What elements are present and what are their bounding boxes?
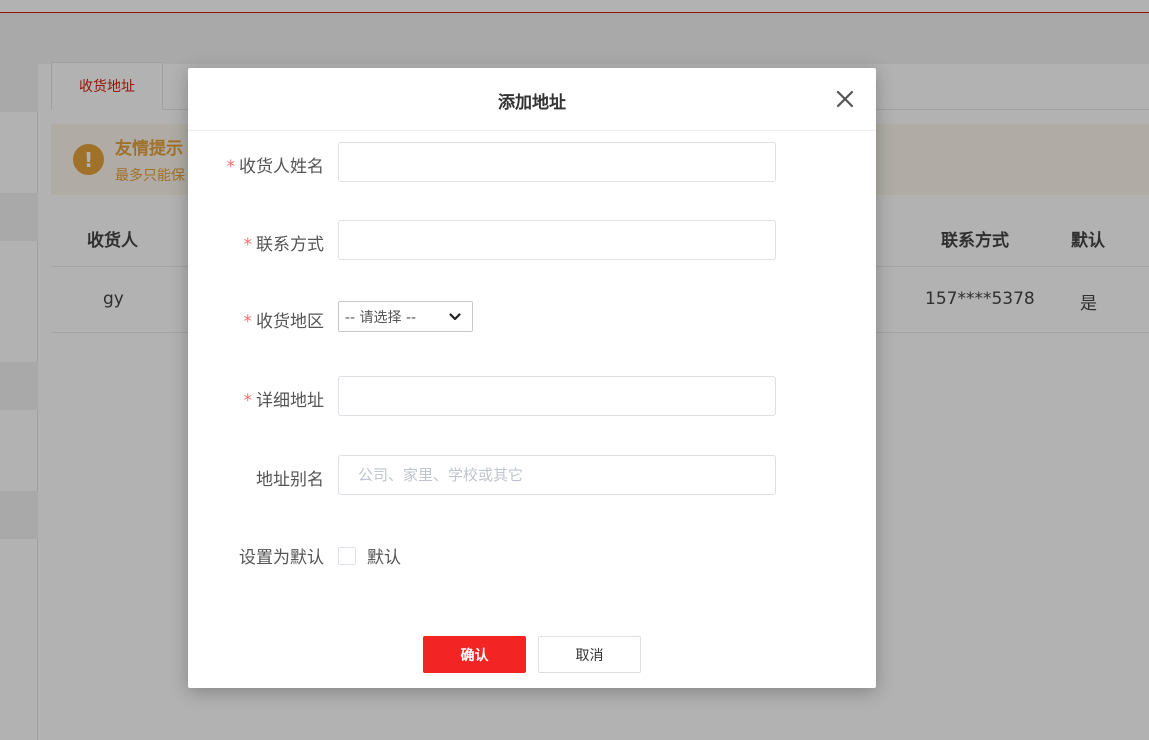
form-row-name: * 收货人姓名	[188, 142, 876, 182]
phone-label-text: 联系方式	[256, 235, 324, 255]
form-row-detail: * 详细地址	[188, 376, 876, 416]
phone-label: * 联系方式	[244, 230, 325, 255]
detail-label: * 详细地址	[244, 386, 325, 411]
dialog-header: 添加地址	[188, 68, 876, 131]
name-label: * 收货人姓名	[227, 152, 325, 177]
address-alias-input[interactable]	[338, 455, 776, 495]
form-row-alias: 地址别名	[188, 455, 876, 495]
required-mark: *	[243, 312, 253, 332]
region-select[interactable]: -- 请选择 --	[338, 301, 473, 332]
form-row-region: * 收货地区 -- 请选择 --	[188, 301, 876, 341]
recipient-name-input[interactable]	[338, 142, 776, 182]
default-checkbox-wrap[interactable]: 默认	[338, 543, 401, 568]
region-select-value: -- 请选择 --	[345, 309, 417, 326]
required-mark: *	[243, 391, 253, 411]
default-checkbox[interactable]	[338, 546, 356, 565]
required-mark: *	[243, 235, 253, 255]
dialog-title: 添加地址	[498, 93, 566, 113]
add-address-dialog: 添加地址 * 收货人姓名 * 联系方式 * 收货地区 -- 请选择 -- * 详细地址 …	[188, 68, 876, 688]
form-row-phone: * 联系方式	[188, 220, 876, 260]
cancel-button[interactable]: 取消	[538, 636, 641, 673]
required-mark: *	[226, 157, 236, 177]
close-icon[interactable]	[834, 88, 856, 110]
detail-address-input[interactable]	[338, 376, 776, 416]
chevron-down-icon	[449, 313, 461, 321]
alias-label: 地址别名	[256, 470, 324, 490]
default-label: 设置为默认	[239, 548, 324, 568]
region-label: * 收货地区	[244, 307, 325, 332]
confirm-button[interactable]: 确认	[423, 636, 526, 673]
region-label-text: 收货地区	[256, 312, 324, 332]
form-row-default: 设置为默认 默认	[188, 533, 876, 573]
detail-label-text: 详细地址	[256, 391, 324, 411]
default-checkbox-label[interactable]: 默认	[367, 543, 401, 568]
name-label-text: 收货人姓名	[239, 157, 324, 177]
phone-input[interactable]	[338, 220, 776, 260]
